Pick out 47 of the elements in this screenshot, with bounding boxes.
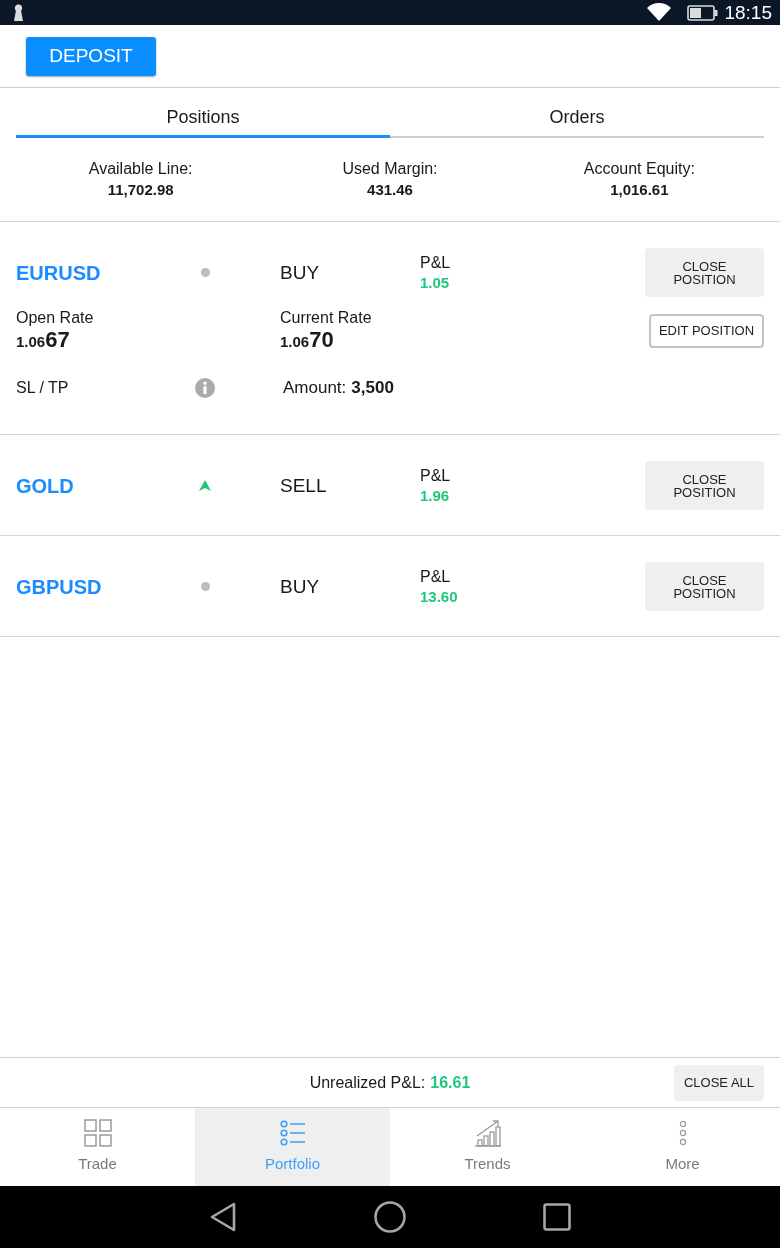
summary-label: Used Margin: — [341, 159, 439, 179]
pnl-label: P&L — [420, 566, 452, 587]
amount-value: 3,500 — [351, 378, 394, 398]
edit-position-button[interactable]: EDIT POSITION — [649, 314, 764, 348]
back-icon[interactable] — [209, 1202, 237, 1232]
trade-side: SELL — [280, 473, 327, 498]
unrealized-pnl-value: 16.61 — [430, 1072, 471, 1093]
keyhole-icon — [13, 4, 24, 21]
tab[interactable]: Positions — [16, 88, 390, 138]
tab[interactable]: Orders — [390, 88, 764, 138]
symbol-name[interactable]: EURUSD — [16, 260, 101, 285]
amount-label: Amount: — [283, 378, 347, 398]
summary-value: 1,016.61 — [609, 180, 670, 200]
close-position-button[interactable]: CLOSE POSITION — [645, 248, 764, 297]
pnl-label: P&L — [420, 465, 451, 486]
nav-tab[interactable]: Portfolio — [195, 1108, 390, 1186]
more-icon — [678, 1120, 687, 1146]
symbol-name[interactable]: GBPUSD — [16, 574, 102, 599]
rate-label: Open Rate — [16, 308, 94, 328]
close-position-button[interactable]: CLOSE POSITION — [645, 562, 764, 611]
symbol-name[interactable]: GOLD — [16, 473, 74, 498]
home-icon[interactable] — [374, 1201, 406, 1233]
summary-value: 11,702.98 — [106, 180, 175, 200]
summary-value: 431.46 — [366, 180, 414, 200]
pnl-value: 13.60 — [420, 586, 458, 607]
recents-icon[interactable] — [543, 1203, 571, 1231]
close-position-button[interactable]: CLOSE POSITION — [645, 461, 764, 510]
rate-label: Current Rate — [280, 308, 372, 328]
trade-side: BUY — [280, 574, 320, 599]
pnl-label: P&L — [420, 252, 451, 273]
sl-tp-label: SL / TP — [16, 378, 69, 398]
rate-value: 1.0670 — [280, 328, 335, 354]
status-time: 18:15 — [724, 2, 772, 23]
grid-icon — [83, 1119, 112, 1147]
summary-label: Available Line: — [87, 159, 194, 179]
battery-icon — [687, 4, 719, 21]
pnl-value: 1.05 — [420, 272, 451, 293]
rate-value: 1.0667 — [16, 328, 71, 354]
bar-chart-icon — [473, 1119, 502, 1147]
summary-label: Account Equity: — [582, 159, 696, 179]
list-icon — [279, 1120, 306, 1146]
unrealized-pnl-label: Unrealized P&L: — [309, 1072, 426, 1093]
close-all-button[interactable]: CLOSE ALL — [674, 1064, 764, 1101]
deposit-button[interactable]: DEPOSIT — [26, 37, 156, 76]
pnl-value: 1.96 — [420, 485, 451, 506]
wifi-icon — [646, 3, 673, 22]
trade-side: BUY — [280, 260, 320, 285]
